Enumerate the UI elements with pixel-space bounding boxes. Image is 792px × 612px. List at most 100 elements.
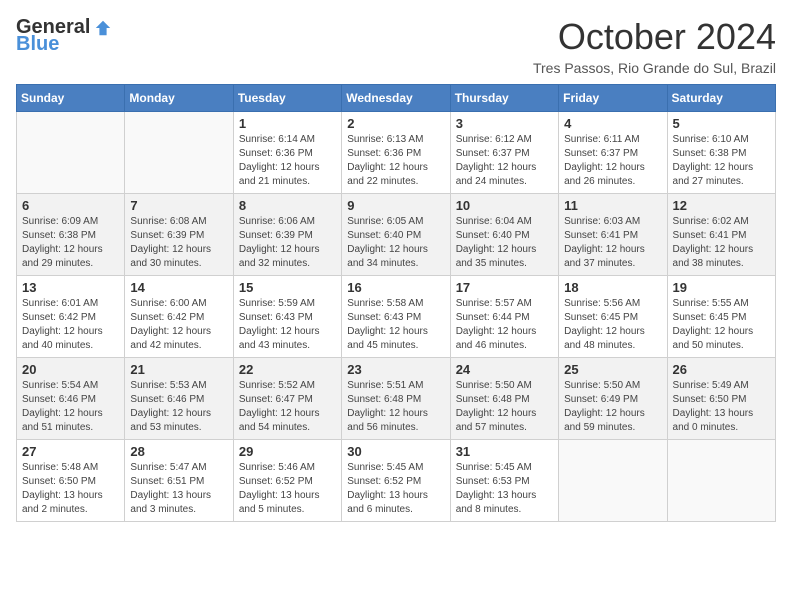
calendar-day-cell: 5Sunrise: 6:10 AM Sunset: 6:38 PM Daylig… <box>667 112 775 194</box>
calendar-day-cell: 31 Sunrise: 5:45 AM Sunset: 6:53 PM Dayli… <box>450 440 558 522</box>
calendar-day-cell <box>17 112 125 194</box>
day-number: 22 <box>239 362 336 377</box>
day-number: 7 <box>130 198 227 213</box>
calendar-week-row: 13 Sunrise: 6:01 AM Sunset: 6:42 PM Dayli… <box>17 276 776 358</box>
day-info: Sunrise: 6:09 AM Sunset: 6:38 PM Dayligh… <box>22 215 119 271</box>
day-info: Sunrise: 5:51 AM Sunset: 6:48 PM Dayligh… <box>347 379 444 435</box>
day-number: 10 <box>456 198 553 213</box>
calendar-day-cell: 20 Sunrise: 5:54 AM Sunset: 6:46 PM Dayli… <box>17 358 125 440</box>
calendar-day-cell: 16 Sunrise: 5:58 AM Sunset: 6:43 PM Dayli… <box>342 276 450 358</box>
calendar-week-row: 20 Sunrise: 5:54 AM Sunset: 6:46 PM Dayli… <box>17 358 776 440</box>
day-info: Sunrise: 5:59 AM Sunset: 6:43 PM Dayligh… <box>239 297 336 353</box>
calendar-header-row: SundayMondayTuesdayWednesdayThursdayFrid… <box>17 85 776 112</box>
day-info: Sunrise: 5:45 AM Sunset: 6:53 PM Dayligh… <box>456 461 553 517</box>
day-number: 25 <box>564 362 661 377</box>
logo-blue-text: Blue <box>16 33 59 56</box>
day-info: Sunrise: 5:46 AM Sunset: 6:52 PM Dayligh… <box>239 461 336 517</box>
calendar-day-cell: 11 Sunrise: 6:03 AM Sunset: 6:41 PM Dayli… <box>559 194 667 276</box>
calendar-day-cell: 12 Sunrise: 6:02 AM Sunset: 6:41 PM Dayli… <box>667 194 775 276</box>
day-info: Sunrise: 5:50 AM Sunset: 6:49 PM Dayligh… <box>564 379 661 435</box>
day-info: Sunrise: 6:03 AM Sunset: 6:41 PM Dayligh… <box>564 215 661 271</box>
day-info: Sunrise: 6:12 AM Sunset: 6:37 PM Dayligh… <box>456 133 553 189</box>
day-info: Sunrise: 6:11 AM Sunset: 6:37 PM Dayligh… <box>564 133 661 189</box>
day-number: 20 <box>22 362 119 377</box>
calendar-day-cell: 4 Sunrise: 6:11 AM Sunset: 6:37 PM Daylig… <box>559 112 667 194</box>
day-info: Sunrise: 5:52 AM Sunset: 6:47 PM Dayligh… <box>239 379 336 435</box>
calendar-day-cell: 19 Sunrise: 5:55 AM Sunset: 6:45 PM Dayli… <box>667 276 775 358</box>
day-info: Sunrise: 5:56 AM Sunset: 6:45 PM Dayligh… <box>564 297 661 353</box>
location-subtitle: Tres Passos, Rio Grande do Sul, Brazil <box>533 60 776 76</box>
day-info: Sunrise: 6:02 AM Sunset: 6:41 PM Dayligh… <box>673 215 770 271</box>
day-number: 21 <box>130 362 227 377</box>
day-info: Sunrise: 5:54 AM Sunset: 6:46 PM Dayligh… <box>22 379 119 435</box>
day-number: 23 <box>347 362 444 377</box>
calendar-day-cell: 6Sunrise: 6:09 AM Sunset: 6:38 PM Daylig… <box>17 194 125 276</box>
day-info: Sunrise: 5:45 AM Sunset: 6:52 PM Dayligh… <box>347 461 444 517</box>
day-number: 19 <box>673 280 770 295</box>
calendar-day-cell: 10 Sunrise: 6:04 AM Sunset: 6:40 PM Dayli… <box>450 194 558 276</box>
logo: General Blue <box>16 16 112 56</box>
day-number: 30 <box>347 444 444 459</box>
day-info: Sunrise: 5:47 AM Sunset: 6:51 PM Dayligh… <box>130 461 227 517</box>
day-number: 1 <box>239 116 336 131</box>
day-info: Sunrise: 5:48 AM Sunset: 6:50 PM Dayligh… <box>22 461 119 517</box>
day-of-week-header: Friday <box>559 85 667 112</box>
calendar-day-cell: 15 Sunrise: 5:59 AM Sunset: 6:43 PM Dayli… <box>233 276 341 358</box>
calendar-day-cell <box>559 440 667 522</box>
day-info: Sunrise: 6:06 AM Sunset: 6:39 PM Dayligh… <box>239 215 336 271</box>
day-number: 28 <box>130 444 227 459</box>
day-info: Sunrise: 6:01 AM Sunset: 6:42 PM Dayligh… <box>22 297 119 353</box>
calendar-table: SundayMondayTuesdayWednesdayThursdayFrid… <box>16 84 776 522</box>
title-block: October 2024 Tres Passos, Rio Grande do … <box>533 16 776 76</box>
day-of-week-header: Monday <box>125 85 233 112</box>
day-of-week-header: Thursday <box>450 85 558 112</box>
calendar-day-cell: 23 Sunrise: 5:51 AM Sunset: 6:48 PM Dayli… <box>342 358 450 440</box>
day-number: 11 <box>564 198 661 213</box>
day-info: Sunrise: 5:49 AM Sunset: 6:50 PM Dayligh… <box>673 379 770 435</box>
day-number: 5 <box>673 116 770 131</box>
calendar-day-cell: 21Sunrise: 5:53 AM Sunset: 6:46 PM Dayli… <box>125 358 233 440</box>
day-number: 12 <box>673 198 770 213</box>
calendar-day-cell: 13 Sunrise: 6:01 AM Sunset: 6:42 PM Dayli… <box>17 276 125 358</box>
calendar-day-cell <box>125 112 233 194</box>
calendar-day-cell: 8Sunrise: 6:06 AM Sunset: 6:39 PM Daylig… <box>233 194 341 276</box>
calendar-day-cell: 9Sunrise: 6:05 AM Sunset: 6:40 PM Daylig… <box>342 194 450 276</box>
calendar-day-cell: 29 Sunrise: 5:46 AM Sunset: 6:52 PM Dayli… <box>233 440 341 522</box>
calendar-day-cell: 22 Sunrise: 5:52 AM Sunset: 6:47 PM Dayli… <box>233 358 341 440</box>
calendar-day-cell: 25 Sunrise: 5:50 AM Sunset: 6:49 PM Dayli… <box>559 358 667 440</box>
day-info: Sunrise: 6:13 AM Sunset: 6:36 PM Dayligh… <box>347 133 444 189</box>
day-info: Sunrise: 6:05 AM Sunset: 6:40 PM Dayligh… <box>347 215 444 271</box>
day-of-week-header: Sunday <box>17 85 125 112</box>
day-number: 29 <box>239 444 336 459</box>
month-title: October 2024 <box>533 16 776 58</box>
logo-icon <box>94 19 112 37</box>
calendar-day-cell: 1Sunrise: 6:14 AM Sunset: 6:36 PM Daylig… <box>233 112 341 194</box>
day-number: 16 <box>347 280 444 295</box>
day-number: 15 <box>239 280 336 295</box>
calendar-day-cell: 24Sunrise: 5:50 AM Sunset: 6:48 PM Dayli… <box>450 358 558 440</box>
calendar-week-row: 1Sunrise: 6:14 AM Sunset: 6:36 PM Daylig… <box>17 112 776 194</box>
calendar-week-row: 27Sunrise: 5:48 AM Sunset: 6:50 PM Dayli… <box>17 440 776 522</box>
page-header: General Blue October 2024 Tres Passos, R… <box>16 16 776 76</box>
calendar-day-cell: 3 Sunrise: 6:12 AM Sunset: 6:37 PM Daylig… <box>450 112 558 194</box>
calendar-day-cell: 26 Sunrise: 5:49 AM Sunset: 6:50 PM Dayli… <box>667 358 775 440</box>
calendar-day-cell: 2 Sunrise: 6:13 AM Sunset: 6:36 PM Daylig… <box>342 112 450 194</box>
calendar-day-cell: 18 Sunrise: 5:56 AM Sunset: 6:45 PM Dayli… <box>559 276 667 358</box>
calendar-day-cell: 27Sunrise: 5:48 AM Sunset: 6:50 PM Dayli… <box>17 440 125 522</box>
day-info: Sunrise: 5:58 AM Sunset: 6:43 PM Dayligh… <box>347 297 444 353</box>
day-info: Sunrise: 5:55 AM Sunset: 6:45 PM Dayligh… <box>673 297 770 353</box>
day-number: 31 <box>456 444 553 459</box>
day-number: 14 <box>130 280 227 295</box>
day-info: Sunrise: 6:00 AM Sunset: 6:42 PM Dayligh… <box>130 297 227 353</box>
day-number: 26 <box>673 362 770 377</box>
day-info: Sunrise: 5:57 AM Sunset: 6:44 PM Dayligh… <box>456 297 553 353</box>
day-number: 3 <box>456 116 553 131</box>
calendar-day-cell <box>667 440 775 522</box>
day-info: Sunrise: 6:04 AM Sunset: 6:40 PM Dayligh… <box>456 215 553 271</box>
day-number: 2 <box>347 116 444 131</box>
day-number: 18 <box>564 280 661 295</box>
day-number: 17 <box>456 280 553 295</box>
day-number: 4 <box>564 116 661 131</box>
day-number: 13 <box>22 280 119 295</box>
day-info: Sunrise: 5:50 AM Sunset: 6:48 PM Dayligh… <box>456 379 553 435</box>
